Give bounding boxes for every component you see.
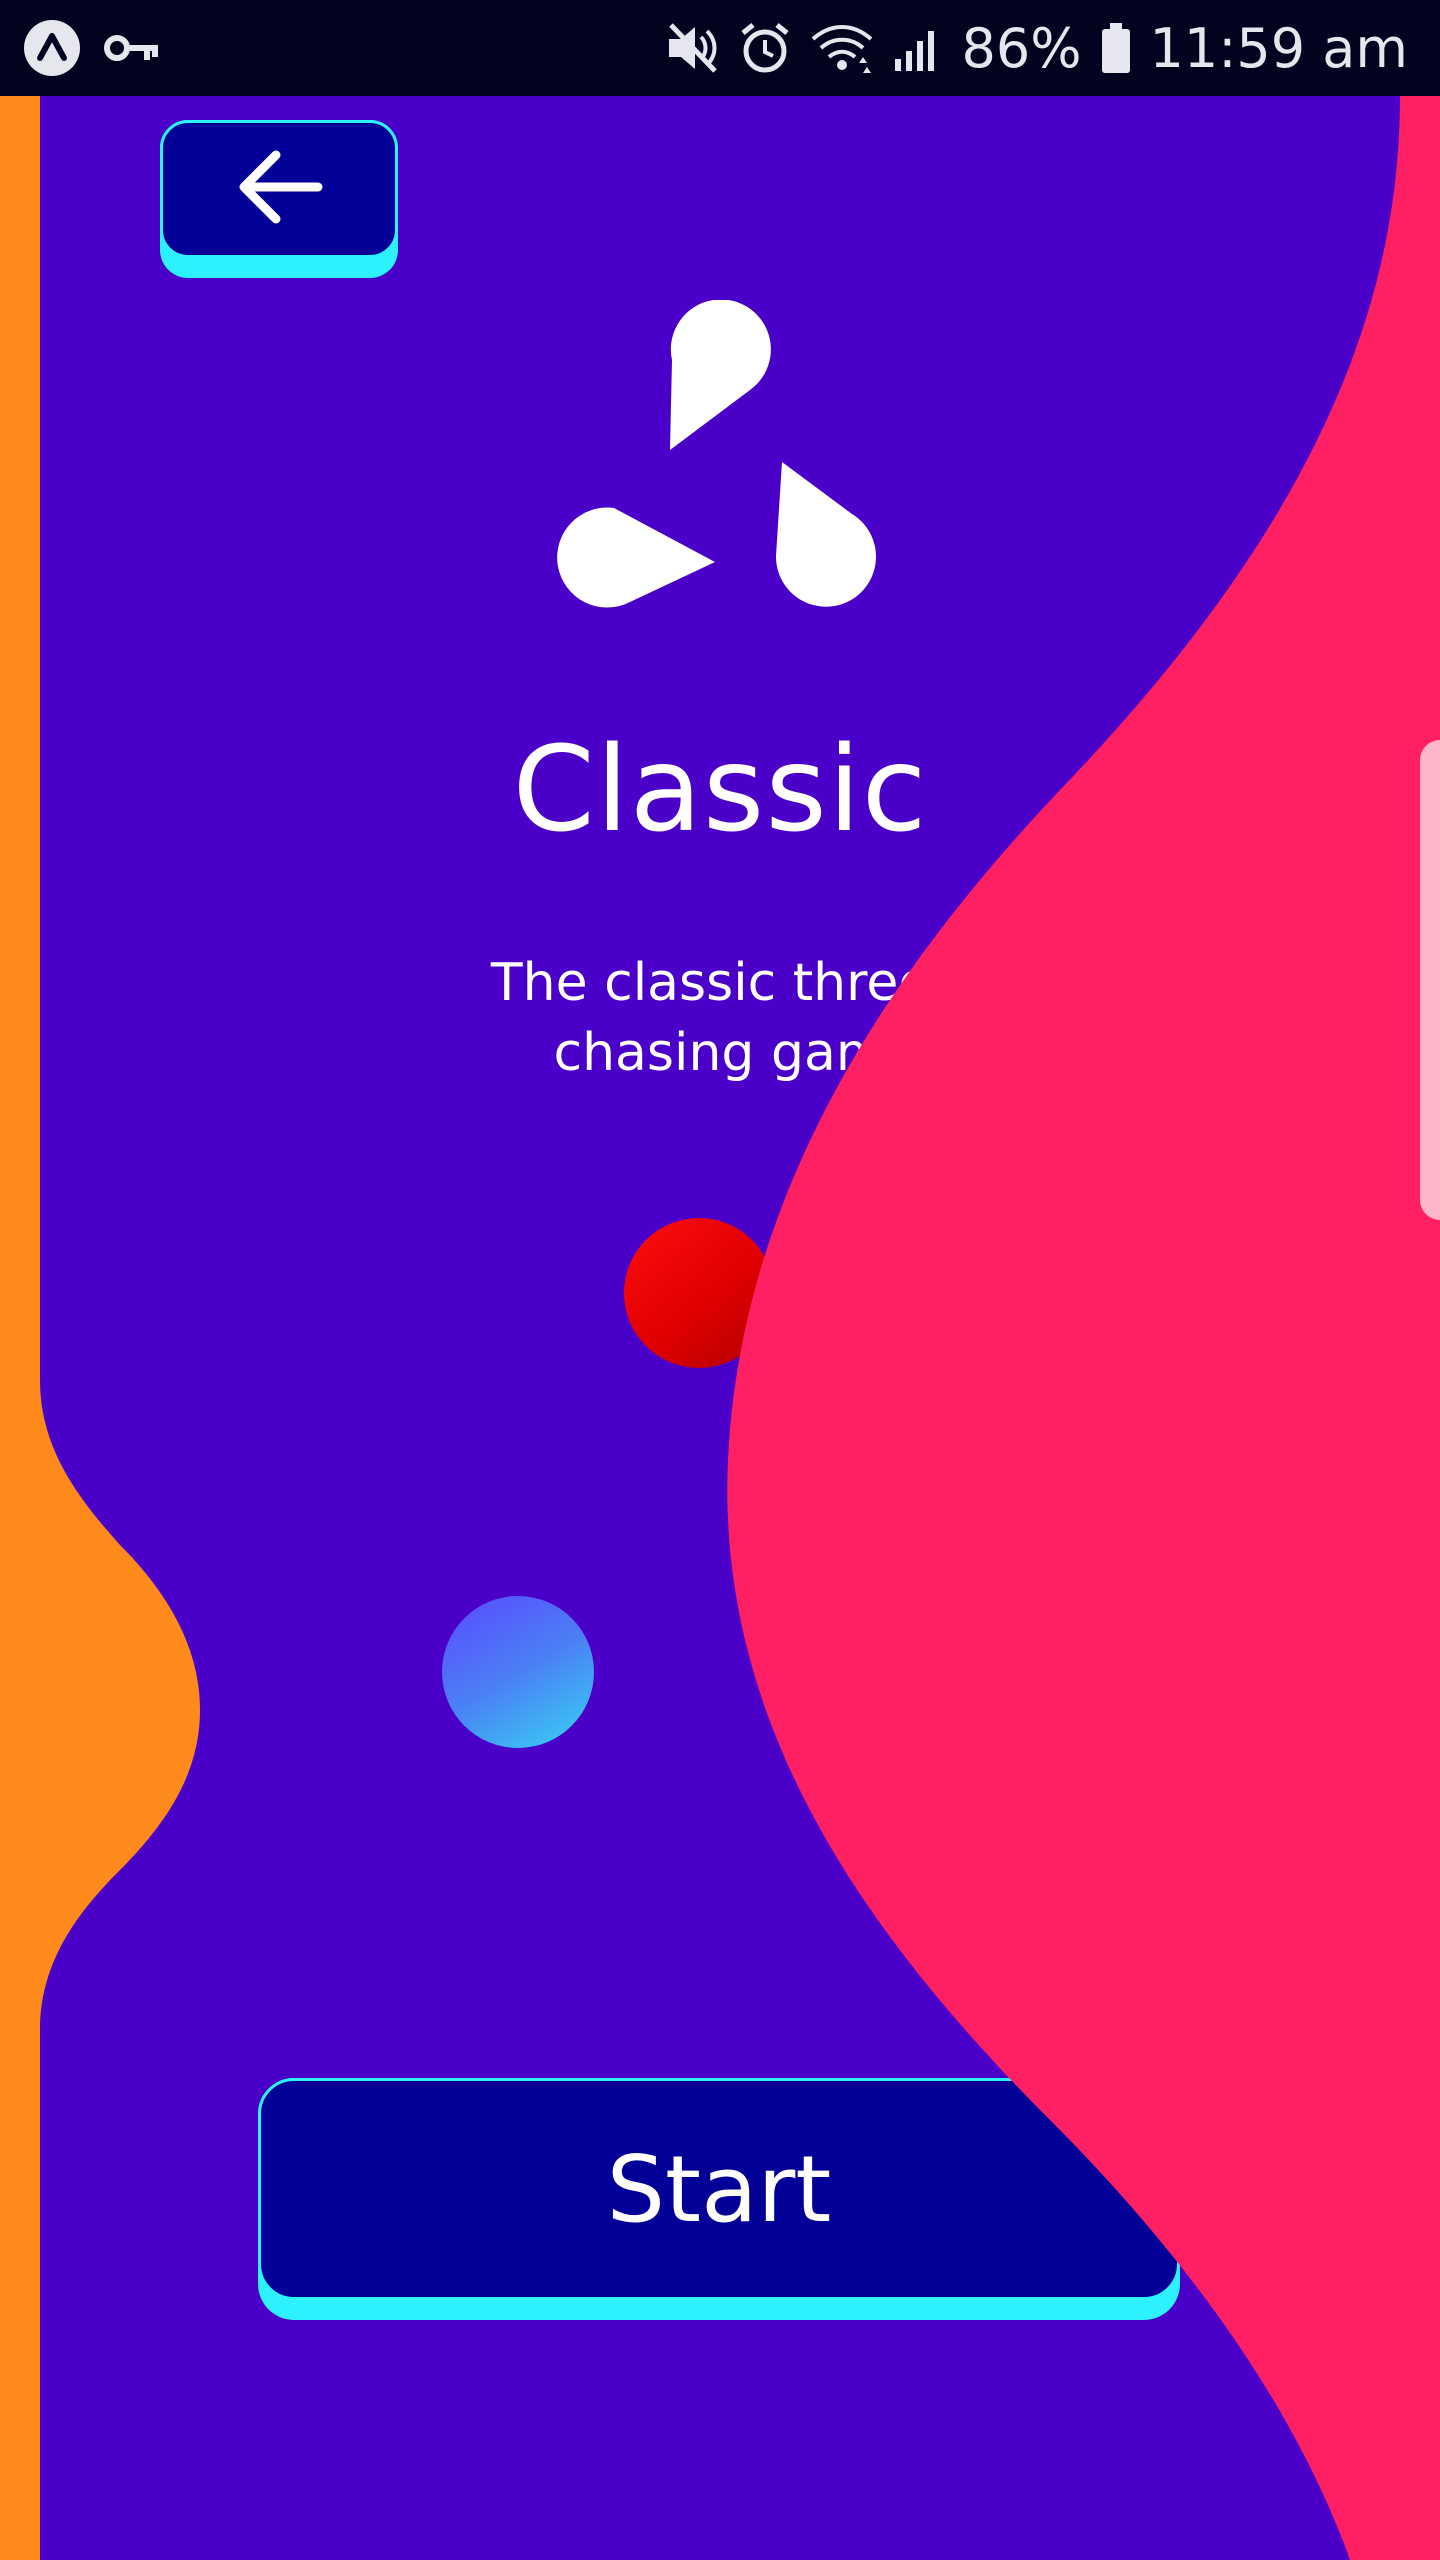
red-ball [624,1218,774,1368]
back-button-face[interactable] [160,120,398,258]
start-button[interactable]: Start [258,2078,1180,2320]
signal-icon [893,23,943,73]
status-bar: 86% 11:59 am [0,0,1440,96]
mode-description: The classic three- chasing gam [360,948,1080,1088]
description-line-2: chasing gam [553,1023,887,1083]
app-a-icon [22,18,82,78]
key-icon [104,28,160,68]
description-line-1: The classic three- [490,953,950,1013]
page-title: Classic [512,720,928,858]
wifi-icon [809,23,875,73]
three-drops-logo-icon [540,299,900,630]
side-drawer-handle[interactable] [1420,740,1440,1220]
alarm-icon [739,21,791,75]
battery-icon [1100,21,1132,75]
mute-icon [665,21,721,75]
status-time: 11:59 am [1149,16,1408,80]
back-button[interactable] [160,120,398,278]
start-button-face[interactable]: Start [258,2078,1180,2300]
game-mode-screen: 86% 11:59 am Classic The classic three- … [0,0,1440,2560]
blue-ball [442,1596,594,1748]
arrow-left-icon [234,149,324,229]
battery-percent: 86% [961,16,1082,80]
